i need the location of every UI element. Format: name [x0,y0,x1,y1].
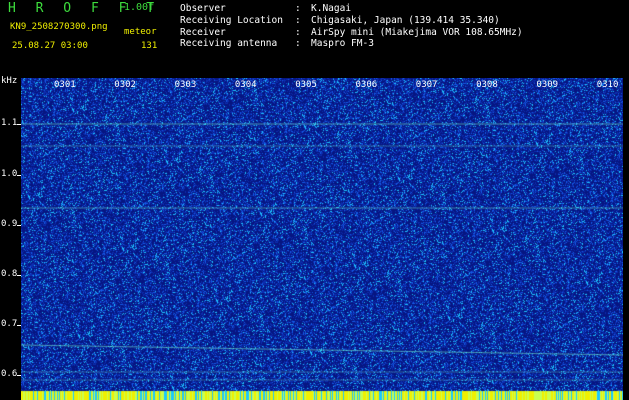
right-edge [623,78,629,400]
spectrogram-plot [21,78,623,400]
y-tick-label: 1.0 [1,169,18,179]
x-tick-label: 0301 [54,80,76,90]
x-tick-label: 0310 [596,80,619,90]
y-tick-mark [17,325,21,326]
y-tick-label: 0.7 [1,319,18,329]
station-info: Observer: K.Nagai Receiving Location: Chig… [180,3,523,50]
y-axis-unit: kHz [1,76,18,86]
x-tick-label: 0302 [114,80,136,90]
y-tick-mark [17,275,21,276]
x-tick-label: 0309 [536,80,559,90]
meteor-label: meteor [124,27,157,37]
y-tick-label: 1.1 [1,118,18,128]
y-tick-label: 0.9 [1,219,18,229]
info-row-observer: Observer: K.Nagai [180,3,352,14]
y-tick-mark [17,375,21,376]
x-tick-label: 0303 [174,80,197,90]
version-label: 1.00f [124,2,155,13]
meteor-count: 131 [141,41,158,51]
y-tick-mark [17,225,21,226]
info-row-antenna: Receiving antenna: Maspro FM-3 [180,38,374,50]
spectrogram-canvas [21,78,623,400]
x-tick-label: 0307 [415,80,438,90]
y-tick-mark [17,175,21,176]
x-tick-label: 0305 [295,80,317,90]
y-tick-label: 0.6 [1,369,18,379]
x-tick-label: 0306 [355,80,378,90]
y-tick-label: 0.8 [1,269,18,279]
header-bar: H R O F F T 1.00f KN9_2508270300.png met… [0,0,629,78]
x-tick-label: 0308 [476,80,498,90]
info-row-receiver: Receiver: AirSpy mini (Miakejima VOR 108.… [180,26,523,38]
info-row-location: Receiving Location: Chigasaki, Japan (139… [180,14,500,26]
file-name: KN9_2508270300.png [10,22,108,32]
x-tick-label: 0304 [234,80,257,90]
y-tick-mark [17,124,21,125]
timestamp: 25.08.27 03:00 [12,41,88,51]
